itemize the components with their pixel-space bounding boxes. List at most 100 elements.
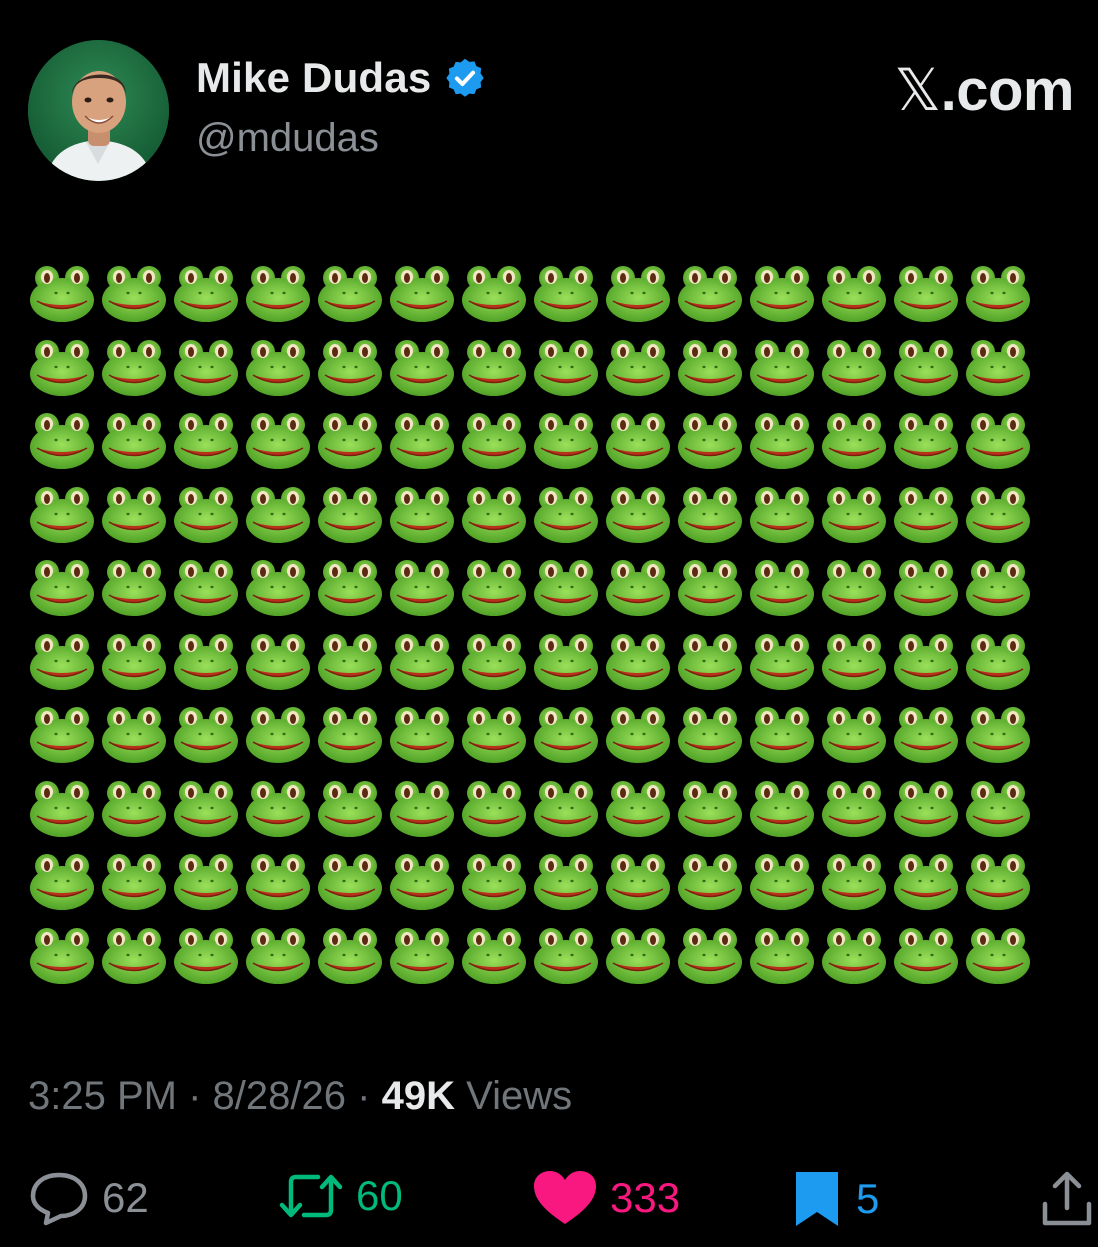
frog-emoji-icon	[244, 483, 316, 557]
frog-emoji-icon	[748, 409, 820, 483]
frog-emoji-icon	[388, 409, 460, 483]
post-card: Mike Dudas @mdudas 𝕏.com 3:25 PM · 8/28/…	[0, 0, 1098, 1247]
frog-emoji-icon	[28, 703, 100, 777]
post-date[interactable]: 8/28/26	[213, 1074, 346, 1118]
frog-emoji-icon	[676, 703, 748, 777]
avatar-image	[28, 40, 169, 181]
frog-emoji-icon	[604, 409, 676, 483]
frog-emoji-icon	[892, 336, 964, 410]
frog-emoji-icon	[820, 336, 892, 410]
frog-emoji-icon	[28, 850, 100, 924]
frog-emoji-icon	[460, 556, 532, 630]
author-name-row[interactable]: Mike Dudas	[196, 54, 487, 102]
frog-emoji-icon	[604, 630, 676, 704]
frog-emoji-icon	[244, 409, 316, 483]
frog-emoji-icon	[532, 630, 604, 704]
author-handle[interactable]: @mdudas	[196, 116, 379, 161]
frog-emoji-icon	[388, 777, 460, 851]
frog-emoji-icon	[172, 777, 244, 851]
share-icon	[1042, 1171, 1092, 1226]
views-label[interactable]: Views	[466, 1074, 572, 1118]
frog-emoji-icon	[676, 336, 748, 410]
like-count: 333	[610, 1174, 681, 1221]
avatar[interactable]	[28, 40, 169, 181]
frog-emoji-icon	[820, 703, 892, 777]
reply-icon	[30, 1172, 88, 1226]
frog-emoji-icon	[28, 262, 100, 336]
frog-emoji-icon	[964, 924, 1036, 998]
frog-emoji-icon	[532, 262, 604, 336]
frog-emoji-icon	[388, 924, 460, 998]
frog-emoji-icon	[316, 336, 388, 410]
frog-emoji-icon	[892, 703, 964, 777]
frog-emoji-icon	[244, 556, 316, 630]
author-display-name[interactable]: Mike Dudas	[196, 54, 431, 102]
frog-emoji-icon	[820, 409, 892, 483]
frog-emoji-icon	[748, 703, 820, 777]
frog-emoji-icon	[244, 262, 316, 336]
frog-emoji-icon	[100, 336, 172, 410]
views-count[interactable]: 49K	[382, 1074, 455, 1118]
frog-emoji-icon	[172, 336, 244, 410]
frog-emoji-icon	[388, 703, 460, 777]
brand-domain: .com	[940, 58, 1075, 123]
reply-count: 62	[102, 1174, 149, 1221]
frog-emoji-icon	[676, 483, 748, 557]
frog-emoji-icon	[460, 483, 532, 557]
frog-emoji-icon	[676, 556, 748, 630]
frog-emoji-icon	[244, 850, 316, 924]
frog-emoji-icon	[460, 630, 532, 704]
frog-emoji-icon	[460, 777, 532, 851]
frog-emoji-icon	[820, 556, 892, 630]
frog-emoji-icon	[100, 703, 172, 777]
bookmark-button[interactable]: 5	[790, 1170, 879, 1228]
x-logo-icon: 𝕏	[894, 56, 941, 124]
frog-emoji-icon	[532, 556, 604, 630]
frog-emoji-icon	[676, 924, 748, 998]
repost-button[interactable]: 60	[278, 1170, 403, 1222]
frog-emoji-icon	[172, 630, 244, 704]
frog-emoji-icon	[748, 483, 820, 557]
frog-emoji-icon	[100, 262, 172, 336]
repost-icon	[279, 1174, 343, 1218]
meta-separator: ·	[357, 1074, 371, 1118]
frog-emoji-icon	[460, 409, 532, 483]
repost-count: 60	[356, 1172, 403, 1219]
frog-emoji-icon	[604, 262, 676, 336]
post-time[interactable]: 3:25 PM	[28, 1074, 177, 1118]
frog-emoji-icon	[892, 483, 964, 557]
frog-emoji-icon	[244, 777, 316, 851]
frog-emoji-icon	[316, 409, 388, 483]
frog-emoji-icon	[100, 630, 172, 704]
frog-emoji-icon	[172, 850, 244, 924]
bookmark-count: 5	[856, 1175, 880, 1222]
frog-emoji-icon	[100, 924, 172, 998]
frog-emoji-icon	[604, 336, 676, 410]
share-button[interactable]	[1040, 1170, 1094, 1228]
frog-emoji-icon	[676, 777, 748, 851]
frog-emoji-icon	[676, 262, 748, 336]
frog-emoji-icon	[388, 850, 460, 924]
frog-emoji-icon	[388, 336, 460, 410]
frog-emoji-icon	[316, 262, 388, 336]
frog-emoji-icon	[964, 703, 1036, 777]
frog-emoji-icon	[316, 483, 388, 557]
like-button[interactable]: 333	[532, 1170, 680, 1226]
frog-emoji-icon	[532, 850, 604, 924]
frog-emoji-icon	[532, 336, 604, 410]
post-content	[28, 262, 1036, 997]
frog-emoji-icon	[28, 556, 100, 630]
frog-emoji-icon	[460, 336, 532, 410]
reply-button[interactable]: 62	[28, 1170, 149, 1226]
frog-emoji-icon	[604, 777, 676, 851]
frog-emoji-icon	[748, 850, 820, 924]
frog-emoji-icon	[892, 850, 964, 924]
frog-emoji-icon	[676, 630, 748, 704]
frog-emoji-icon	[172, 483, 244, 557]
verified-badge-icon	[446, 58, 485, 97]
frog-emoji-icon	[172, 409, 244, 483]
frog-emoji-icon	[100, 409, 172, 483]
frog-emoji-icon	[820, 630, 892, 704]
frog-emoji-icon	[316, 703, 388, 777]
frog-emoji-icon	[388, 630, 460, 704]
